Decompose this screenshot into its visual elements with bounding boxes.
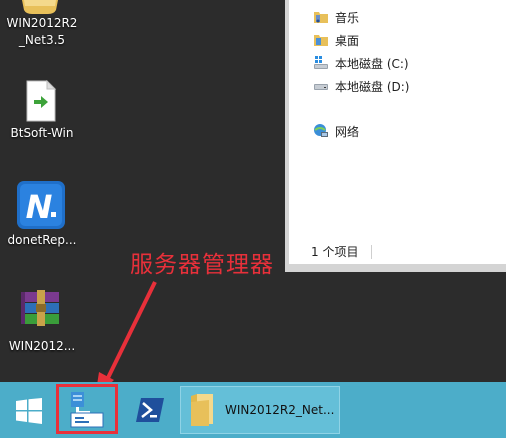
desktop-folder-icon xyxy=(314,35,328,46)
dotnet-repair-icon: N xyxy=(17,181,65,229)
desktop-icon-label: donetRep... xyxy=(7,233,77,247)
nav-item-label: 本地磁盘 (D:) xyxy=(335,79,410,94)
nav-item-network[interactable]: 网络 xyxy=(313,121,359,141)
nav-item-label: 桌面 xyxy=(335,33,360,48)
desktop-icon-label: BtSoft-Win xyxy=(10,126,74,140)
nav-item-label: 本地磁盘 (C:) xyxy=(335,56,409,71)
nav-item-label: 网络 xyxy=(335,124,360,139)
explorer-navigation-pane: 音乐 桌面 本地磁盘 (C:) 本地磁盘 (D:) 网络 1 个项目 xyxy=(289,0,506,264)
folder-icon xyxy=(22,0,58,14)
taskbar-window-label: WIN2012R2_Net... xyxy=(225,403,335,417)
nav-item-drive-d[interactable]: 本地磁盘 (D:) xyxy=(313,76,409,96)
nav-item-drive-c[interactable]: 本地磁盘 (C:) xyxy=(313,53,409,73)
desktop: WIN2012R2 _Net3.5 BtSoft-Win N donetRep.… xyxy=(0,0,506,398)
installer-file-icon xyxy=(26,80,57,122)
desktop-icon-label: WIN2012R2 _Net3.5 xyxy=(6,16,78,47)
music-folder-icon xyxy=(314,12,328,23)
network-icon xyxy=(314,124,328,137)
powershell-button[interactable] xyxy=(128,388,172,434)
nav-item-label: 音乐 xyxy=(335,10,360,25)
system-drive-icon xyxy=(314,56,328,69)
drive-icon xyxy=(314,84,328,90)
nav-item-music[interactable]: 音乐 xyxy=(313,7,359,27)
svg-text:N: N xyxy=(26,188,53,226)
annotation-highlight-box xyxy=(56,384,118,434)
powershell-icon xyxy=(136,398,164,422)
annotation-label: 服务器管理器 xyxy=(130,252,274,278)
status-divider xyxy=(371,245,372,259)
start-button[interactable] xyxy=(10,388,50,434)
nav-item-desktop[interactable]: 桌面 xyxy=(313,30,359,50)
windows-logo-icon xyxy=(16,398,42,424)
file-explorer-window: 音乐 桌面 本地磁盘 (C:) 本地磁盘 (D:) 网络 1 个项目 xyxy=(285,0,506,272)
folder-icon xyxy=(191,394,213,426)
status-item-count: 1 个项目 xyxy=(311,245,359,259)
winrar-archive-icon xyxy=(21,290,59,326)
taskbar-window-explorer[interactable]: WIN2012R2_Net... xyxy=(180,386,340,434)
desktop-icon-label: WIN2012... xyxy=(8,339,76,353)
